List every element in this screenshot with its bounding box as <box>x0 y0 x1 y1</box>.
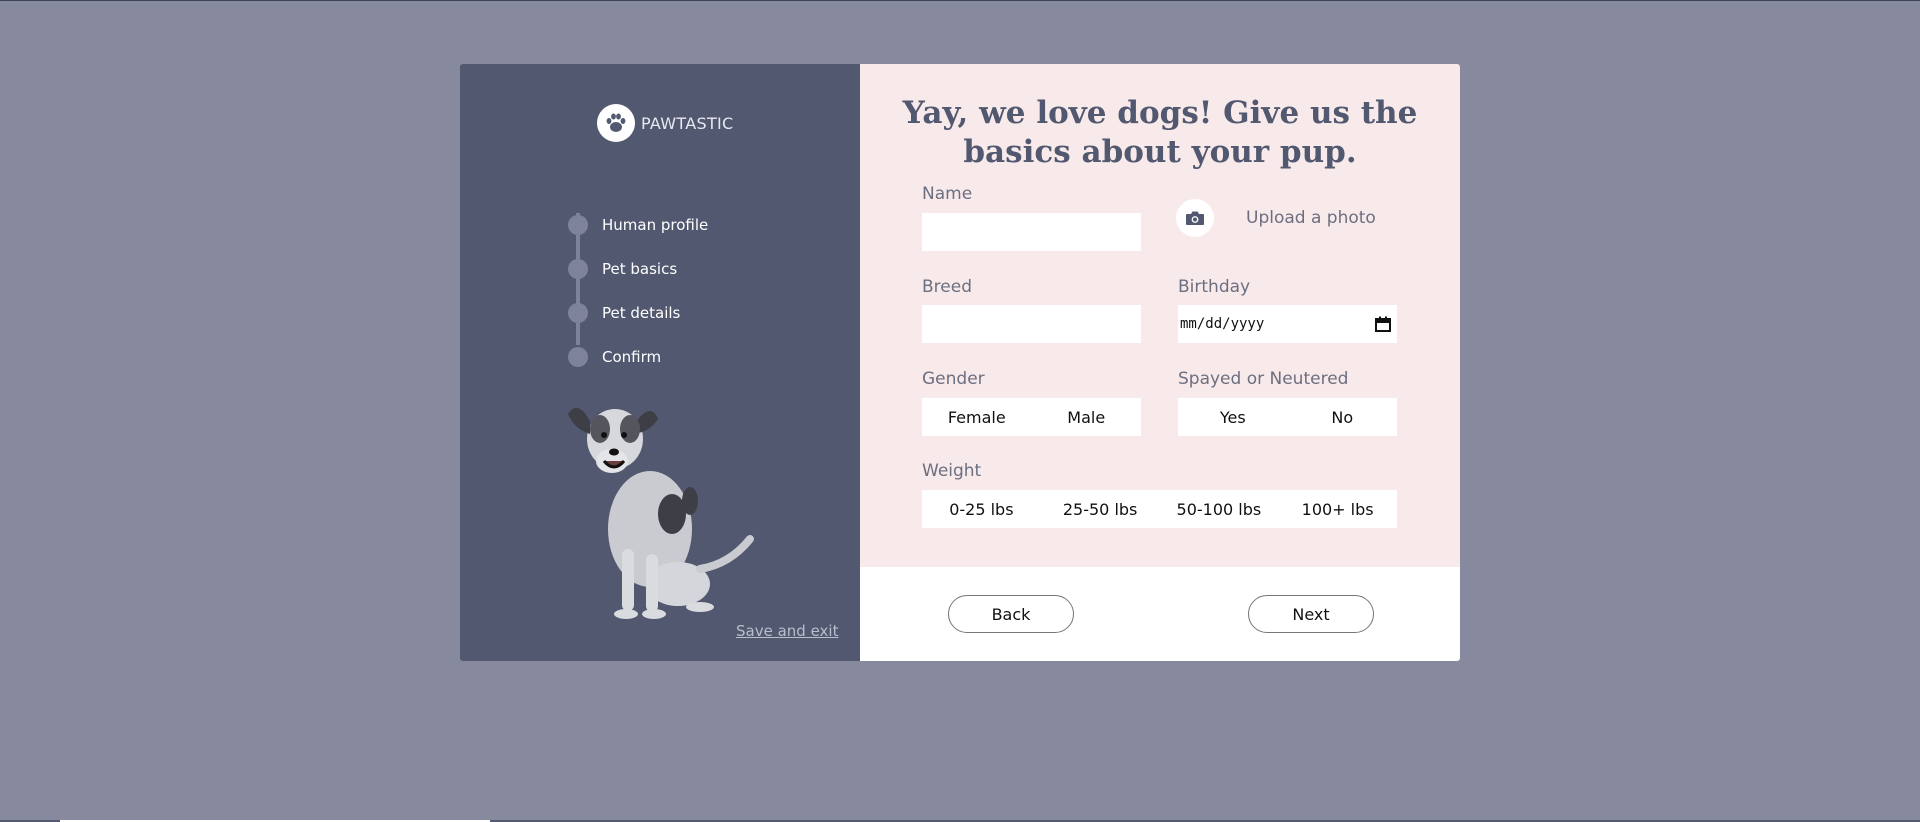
weight-option-100-plus[interactable]: 100+ lbs <box>1278 500 1397 519</box>
camera-icon <box>1186 211 1204 225</box>
title-line-1: Yay, we love dogs! Give us the <box>902 95 1418 131</box>
step-dot <box>568 347 588 367</box>
form-body: Yay, we love dogs! Give us the basics ab… <box>860 64 1460 567</box>
calendar-icon[interactable] <box>1375 316 1391 332</box>
name-input[interactable] <box>922 213 1141 251</box>
spayed-selector: Yes No <box>1178 398 1397 436</box>
step-label: Pet details <box>602 304 681 322</box>
birthday-placeholder: mm/dd/yyyy <box>1180 316 1265 332</box>
step-pet-details[interactable]: Pet details <box>568 291 708 335</box>
step-pet-basics[interactable]: Pet basics <box>568 247 708 291</box>
brand-logo: PAWTASTIC <box>597 104 734 142</box>
gender-selector: Female Male <box>922 398 1141 436</box>
save-and-exit-link[interactable]: Save and exit <box>736 622 838 640</box>
gender-label: Gender <box>922 369 985 389</box>
title-line-2: basics about your pup. <box>963 134 1357 170</box>
step-label: Pet basics <box>602 260 678 278</box>
name-label: Name <box>922 184 973 204</box>
birthday-input[interactable]: mm/dd/yyyy <box>1178 305 1397 343</box>
page-title: Yay, we love dogs! Give us the basics ab… <box>860 94 1460 172</box>
step-human-profile[interactable]: Human profile <box>568 203 708 247</box>
top-border <box>0 0 1920 1</box>
brand-name: PAWTASTIC <box>641 113 734 133</box>
step-dot <box>568 215 588 235</box>
form-panel: Yay, we love dogs! Give us the basics ab… <box>860 64 1460 661</box>
dog-illustration <box>568 407 754 619</box>
step-dot <box>568 303 588 323</box>
weight-selector: 0-25 lbs 25-50 lbs 50-100 lbs 100+ lbs <box>922 490 1397 528</box>
paw-icon <box>597 104 635 142</box>
breed-label: Breed <box>922 277 972 297</box>
upload-photo-button[interactable] <box>1176 199 1214 237</box>
sidebar: PAWTASTIC Human profile Pet basics Pet d… <box>460 64 860 661</box>
next-button[interactable]: Next <box>1248 595 1374 633</box>
step-confirm[interactable]: Confirm <box>568 335 708 379</box>
spayed-option-no[interactable]: No <box>1288 408 1398 427</box>
step-label: Confirm <box>602 348 662 366</box>
spayed-option-yes[interactable]: Yes <box>1178 408 1288 427</box>
spayed-label: Spayed or Neutered <box>1178 369 1349 389</box>
upload-photo-label[interactable]: Upload a photo <box>1246 208 1376 228</box>
breed-input[interactable] <box>922 305 1141 343</box>
back-button[interactable]: Back <box>948 595 1074 633</box>
step-dot <box>568 259 588 279</box>
progress-steps: Human profile Pet basics Pet details Con… <box>568 203 708 379</box>
weight-option-50-100[interactable]: 50-100 lbs <box>1160 500 1279 519</box>
signup-card: PAWTASTIC Human profile Pet basics Pet d… <box>460 64 1460 661</box>
step-label: Human profile <box>602 216 709 234</box>
gender-option-female[interactable]: Female <box>922 408 1032 427</box>
weight-option-0-25[interactable]: 0-25 lbs <box>922 500 1041 519</box>
birthday-label: Birthday <box>1178 277 1251 297</box>
gender-option-male[interactable]: Male <box>1032 408 1142 427</box>
weight-option-25-50[interactable]: 25-50 lbs <box>1041 500 1160 519</box>
weight-label: Weight <box>922 461 982 481</box>
